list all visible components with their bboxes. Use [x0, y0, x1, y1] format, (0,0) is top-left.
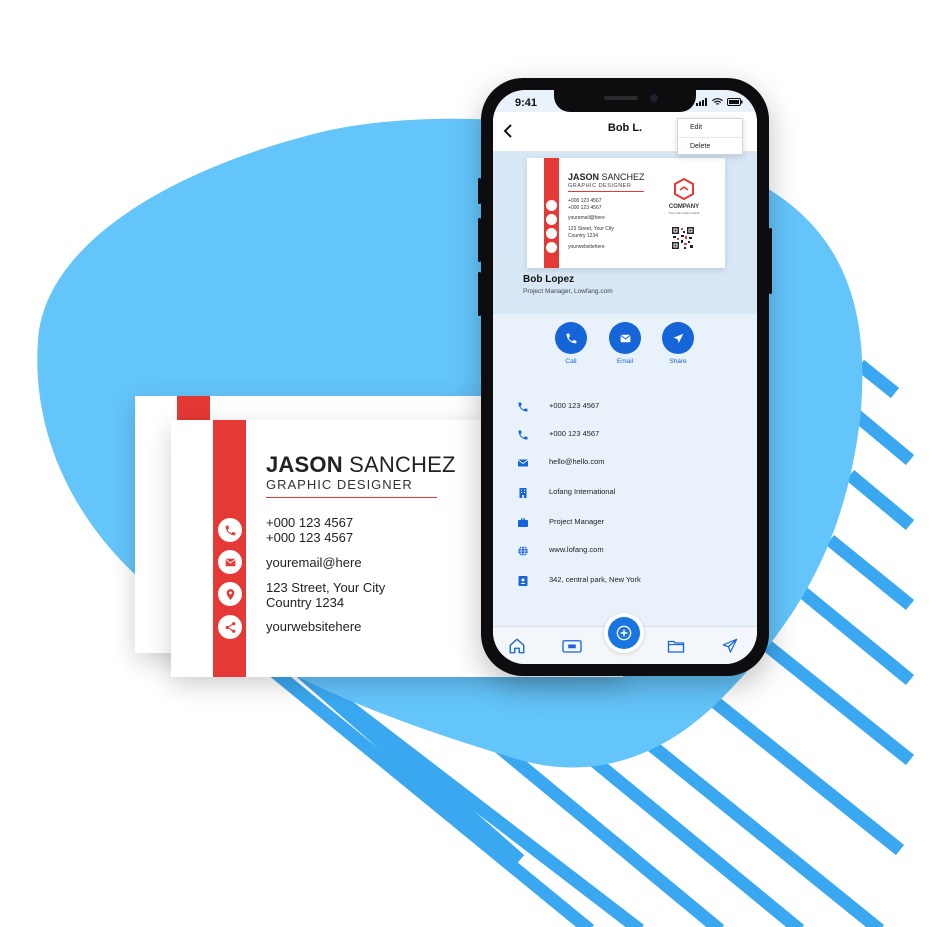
phone-volume-down [478, 272, 481, 316]
mail-icon [517, 459, 529, 467]
preview-title: GRAPHIC DESIGNER [568, 183, 632, 189]
scan-icon [608, 617, 640, 649]
preview-tagline: TAGLINE GOES HERE [668, 211, 700, 215]
notch-camera [650, 94, 658, 102]
preview-name: JASON SANCHEZ [568, 172, 645, 182]
contact-hero: JASON SANCHEZ GRAPHIC DESIGNER +000 123 … [493, 152, 757, 314]
preview-address-2: Country 1234 [568, 233, 599, 239]
battery-icon [727, 98, 743, 106]
phone-mute-switch [478, 178, 481, 204]
share-icon [546, 242, 557, 253]
detail-row[interactable]: +000 123 4567 [493, 398, 757, 418]
menu-item-delete[interactable]: Delete [678, 137, 742, 155]
contact-subtitle: Project Manager, Lowfang.com [523, 288, 613, 295]
quick-actions: Call Email Share [493, 322, 757, 372]
detail-row[interactable]: www.lofang.com [493, 542, 757, 562]
phone-notch [554, 90, 696, 112]
email-button[interactable] [609, 322, 641, 354]
call-label: Call [565, 358, 577, 365]
preview-divider [568, 191, 644, 192]
call-button[interactable] [555, 322, 587, 354]
detail-job-title: Project Manager [549, 517, 605, 526]
email-label: Email [616, 358, 634, 365]
status-time: 9:41 [515, 97, 538, 109]
location-icon [546, 228, 557, 239]
phone-icon [218, 518, 242, 542]
qr-code-icon [671, 226, 695, 250]
phone-screen: 9:41 Bob L. Edit Delete JASON SANCHEZ GR… [493, 90, 757, 664]
menu-item-edit[interactable]: Edit [678, 119, 742, 137]
mail-icon [546, 214, 557, 225]
mail-icon [619, 334, 631, 342]
card-address-line-2: Country 1234 [266, 595, 345, 610]
promo-scene: JASON SANCHEZ GRAPHIC DESIGNER +000 123 … [0, 0, 933, 927]
building-icon [519, 488, 527, 498]
status-icons [696, 98, 743, 106]
briefcase-icon [518, 518, 528, 527]
preview-address-1: 123 Street, Your City [568, 226, 614, 232]
card-address-line-1: 123 Street, Your City [266, 580, 386, 595]
detail-company: Lofang International [549, 487, 616, 496]
send-icon[interactable] [721, 637, 739, 655]
card-phone-2: +000 123 4567 [266, 530, 354, 545]
phone-power-button [769, 228, 772, 294]
detail-email: hello@hello.com [549, 457, 605, 466]
scan-button[interactable] [604, 613, 644, 653]
contact-card-icon [518, 576, 528, 586]
preview-phone-1: +000 123 4567 [568, 198, 602, 204]
card-holder-name: JASON SANCHEZ [266, 452, 456, 477]
context-menu: Edit Delete [677, 118, 743, 155]
folder-icon[interactable] [667, 637, 685, 655]
phone-device: 9:41 Bob L. Edit Delete JASON SANCHEZ GR… [478, 78, 772, 676]
preview-phone-2: +000 123 4567 [568, 205, 602, 211]
share-action[interactable]: Share [658, 322, 698, 365]
detail-phone-1: +000 123 4567 [549, 401, 600, 410]
preview-website: yourwebsitehere [568, 244, 605, 250]
card-phone-1: +000 123 4567 [266, 515, 354, 530]
detail-row[interactable]: +000 123 4567 [493, 426, 757, 446]
card-icon[interactable] [561, 637, 583, 655]
phone-icon [566, 333, 576, 343]
card-red-stripe [177, 396, 210, 420]
mail-icon [218, 550, 242, 574]
detail-row[interactable]: Lofang International [493, 484, 757, 504]
globe-icon [518, 545, 528, 557]
detail-phone-2: +000 123 4567 [549, 429, 600, 438]
phone-icon [518, 402, 528, 412]
detail-row[interactable]: Project Manager [493, 514, 757, 534]
phone-volume-up [478, 218, 481, 262]
notch-speaker [604, 96, 638, 100]
contact-name: Bob Lopez [523, 274, 575, 285]
card-preview[interactable]: JASON SANCHEZ GRAPHIC DESIGNER +000 123 … [527, 158, 725, 268]
detail-row[interactable]: hello@hello.com [493, 454, 757, 474]
phone-icon [518, 430, 528, 440]
share-icon [218, 615, 242, 639]
detail-row[interactable]: 342, central park, New York [493, 572, 757, 592]
signal-icon [696, 98, 707, 106]
card-email: youremail@here [266, 555, 362, 570]
call-action[interactable]: Call [551, 322, 591, 365]
location-icon [218, 582, 242, 606]
preview-company: COMPANY [668, 204, 700, 210]
detail-address: 342, central park, New York [549, 575, 641, 584]
phone-icon [546, 200, 557, 211]
share-button[interactable] [662, 322, 694, 354]
card-holder-title: GRAPHIC DESIGNER [266, 477, 413, 492]
card-website: yourwebsitehere [266, 619, 362, 634]
company-logo-icon [674, 178, 694, 200]
home-icon[interactable] [508, 637, 526, 655]
card-divider [266, 497, 437, 498]
wifi-icon [712, 98, 723, 105]
detail-website: www.lofang.com [549, 545, 604, 554]
preview-email: youremail@here [568, 215, 605, 221]
email-action[interactable]: Email [605, 322, 645, 365]
send-icon [673, 333, 683, 343]
share-label: Share [669, 358, 687, 365]
